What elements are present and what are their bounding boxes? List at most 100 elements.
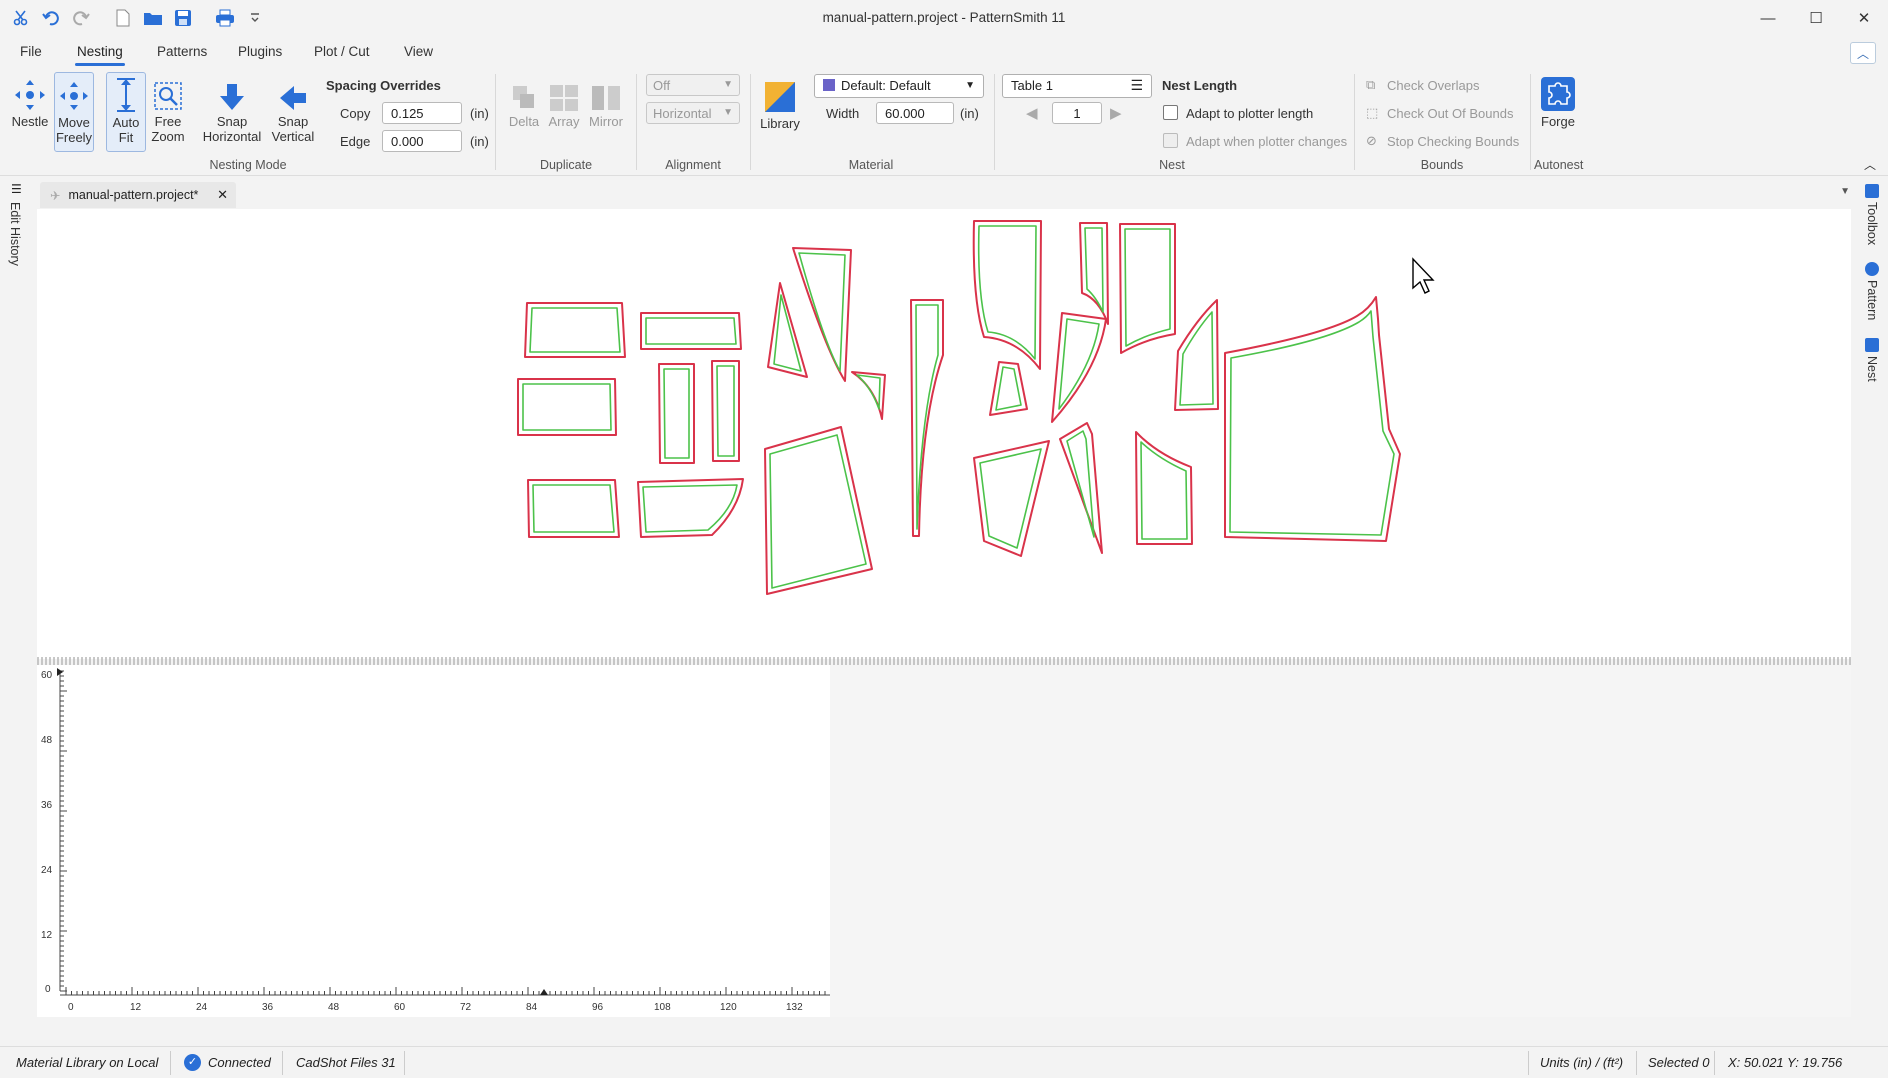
edit-history-tab[interactable]: Edit History [8, 202, 22, 266]
snap-horizontal-button[interactable]: Snap Horizontal [200, 72, 264, 144]
prev-page-icon[interactable]: ◀ [1026, 104, 1038, 122]
auto-fit-label-2: Fit [118, 130, 134, 145]
tab-view[interactable]: View [404, 44, 433, 59]
alignment-select-2[interactable]: Horizontal ▼ [646, 102, 740, 124]
table-select[interactable]: Table 1 ☰ [1002, 74, 1152, 98]
y-tick-label: 24 [41, 865, 53, 876]
y-tick-label: 60 [41, 670, 53, 681]
arrow-down-icon [218, 72, 246, 112]
minimize-icon[interactable]: — [1744, 0, 1792, 36]
delta-button[interactable]: Delta [506, 76, 542, 129]
right-sidebar: Toolbox Pattern Nest [1858, 178, 1888, 1030]
piece-rect-3[interactable] [517, 378, 617, 436]
x-tick-label: 84 [526, 1002, 538, 1013]
connection-status: Connected [208, 1055, 271, 1070]
adapt-when-label: Adapt when plotter changes [1186, 134, 1348, 149]
collapse-ribbon-button[interactable]: ︿ [1850, 42, 1876, 64]
snap-vertical-button[interactable]: Snap Vertical [268, 72, 318, 144]
edge-spacing-input[interactable] [382, 130, 462, 152]
document-tab[interactable]: ✈ manual-pattern.project* ✕ [40, 182, 236, 208]
adapt-plotter-checkbox[interactable] [1163, 105, 1178, 120]
check-out-of-bounds-button[interactable]: Check Out Of Bounds [1387, 106, 1513, 121]
free-zoom-button[interactable]: Free Zoom [148, 72, 188, 144]
auto-fit-label-1: Auto [112, 115, 140, 130]
piece-large-shape[interactable] [1224, 296, 1401, 542]
chevron-down-icon: ▼ [723, 107, 733, 118]
move-freely-button[interactable]: Move Freely [54, 72, 94, 152]
forge-button[interactable]: Forge [1536, 72, 1580, 129]
tab-nesting[interactable]: Nesting [75, 44, 125, 66]
nestle-button[interactable]: Nestle [8, 72, 52, 129]
bounds-group-label: Bounds [1420, 158, 1464, 172]
piece-small-tri[interactable] [989, 361, 1028, 416]
piece-sliver[interactable] [1051, 312, 1107, 423]
auto-fit-button[interactable]: Auto Fit [106, 72, 146, 152]
tab-overflow-icon[interactable]: ▼ [1840, 186, 1850, 197]
toolbox-tab[interactable]: Toolbox [1865, 202, 1879, 245]
tab-plugins[interactable]: Plugins [238, 44, 282, 59]
panel-menu-icon[interactable]: ☰ [11, 182, 22, 196]
edge-unit: (in) [470, 134, 489, 149]
units-status[interactable]: Units (in) / (ft²) [1540, 1055, 1623, 1070]
y-tick-label: 0 [45, 984, 51, 995]
splitter[interactable] [37, 657, 1851, 665]
piece-bottom-tri-1[interactable] [973, 440, 1050, 557]
material-width-input[interactable] [876, 102, 954, 124]
forge-label: Forge [1541, 114, 1575, 129]
piece-triangle-1[interactable] [767, 282, 808, 378]
pattern-tab[interactable]: Pattern [1865, 280, 1879, 320]
nest-area[interactable]: 60 48 36 24 12 0 0 12 24 36 48 60 72 84 … [37, 665, 1851, 1017]
tab-patterns[interactable]: Patterns [157, 44, 207, 59]
delta-icon [511, 76, 537, 112]
pattern-canvas[interactable] [37, 209, 1851, 659]
tab-file[interactable]: File [20, 44, 42, 59]
nest-sheet[interactable]: 60 48 36 24 12 0 0 12 24 36 48 60 72 84 … [37, 665, 830, 1017]
piece-rect-2[interactable] [640, 312, 742, 350]
piece-bottom-tri-2[interactable] [1059, 422, 1103, 554]
array-label: Array [548, 114, 580, 129]
close-icon[interactable]: ✕ [1840, 0, 1888, 36]
x-tick-label: 96 [592, 1002, 604, 1013]
piece-tall-rect[interactable] [1119, 223, 1176, 354]
piece-curved-side[interactable] [1174, 299, 1219, 411]
piece-strip-1[interactable] [658, 363, 695, 464]
x-tick-label: 12 [130, 1002, 142, 1013]
piece-trap-1[interactable] [637, 478, 744, 538]
adapt-when-checkbox[interactable] [1163, 133, 1178, 148]
library-button[interactable]: Library [758, 74, 802, 131]
x-tick-label: 108 [654, 1002, 671, 1013]
mirror-button[interactable]: Mirror [586, 76, 626, 129]
alignment-select-1[interactable]: Off ▼ [646, 74, 740, 96]
piece-quad-large[interactable] [764, 426, 873, 595]
check-overlaps-button[interactable]: Check Overlaps [1387, 78, 1479, 93]
free-zoom-icon [152, 72, 184, 112]
nest-icon [1865, 338, 1879, 352]
menu-lines-icon: ☰ [1130, 77, 1143, 93]
snap-vertical-label-2: Vertical [271, 129, 315, 144]
y-tick-label: 36 [41, 800, 53, 811]
collapse-ribbon-icon[interactable]: ︿ [1864, 156, 1876, 173]
stop-icon: ⊘ [1366, 133, 1377, 148]
nest-group-label: Nest [1159, 158, 1185, 172]
piece-small-curve[interactable] [851, 371, 886, 420]
piece-narrow-hook[interactable] [1079, 222, 1109, 325]
piece-rect-1[interactable] [524, 302, 626, 358]
close-tab-icon[interactable]: ✕ [217, 187, 228, 203]
chevron-down-icon: ▼ [965, 80, 975, 91]
piece-tall-curve[interactable] [972, 220, 1042, 370]
copy-spacing-input[interactable] [382, 102, 462, 124]
x-tick-label: 0 [68, 1002, 74, 1013]
library-label: Library [760, 116, 800, 131]
piece-strip-2[interactable] [711, 360, 740, 462]
piece-bottom-quad[interactable] [1135, 431, 1193, 545]
material-select[interactable]: Default: Default ▼ [814, 74, 984, 98]
tab-plot-cut[interactable]: Plot / Cut [314, 44, 370, 59]
maximize-icon[interactable]: ☐ [1792, 0, 1840, 36]
next-page-icon[interactable]: ▶ [1110, 104, 1122, 122]
piece-needle[interactable] [910, 299, 944, 537]
nest-page-input[interactable] [1052, 102, 1102, 124]
stop-checking-bounds-button[interactable]: Stop Checking Bounds [1387, 134, 1519, 149]
nest-tab[interactable]: Nest [1865, 356, 1879, 382]
piece-rect-4[interactable] [527, 479, 620, 538]
array-button[interactable]: Array [546, 76, 582, 129]
